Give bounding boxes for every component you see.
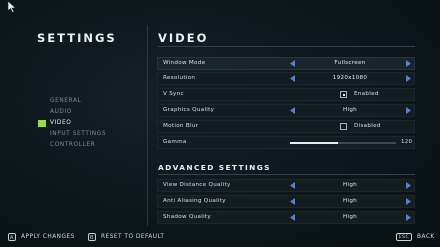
settings-screen: SETTINGS GENERAL AUDIO VIDEO INPUT SETTI… <box>0 0 440 247</box>
shadow-quality-row[interactable]: Shadow Quality High <box>157 211 415 224</box>
resolution-label: Resolution <box>163 75 196 81</box>
nav-item-label: VIDEO <box>50 120 72 126</box>
footer-bar: A APPLY CHANGES B RESET TO DEFAULT ESC BACK <box>0 226 440 247</box>
video-section-title: VIDEO <box>158 31 209 45</box>
graphics-quality-row[interactable]: Graphics Quality High <box>157 104 415 117</box>
esc-key-icon: ESC <box>396 233 412 241</box>
nav-item-controller[interactable]: CONTROLLER <box>38 140 106 151</box>
arrow-left-icon[interactable] <box>289 182 296 189</box>
arrow-right-icon[interactable] <box>405 198 412 205</box>
arrow-right-icon[interactable] <box>405 214 412 221</box>
window-mode-label: Window Mode <box>163 60 206 66</box>
view-distance-label: View Distance Quality <box>163 182 231 188</box>
arrow-right-icon[interactable] <box>405 75 412 82</box>
reset-to-default-button[interactable]: B RESET TO DEFAULT <box>88 232 164 242</box>
gamma-value: 120 <box>401 139 413 145</box>
gamma-slider[interactable] <box>290 142 396 144</box>
anti-aliasing-label: Anti Aliasing Quality <box>163 198 226 204</box>
nav-item-label: CONTROLLER <box>50 142 96 148</box>
motion-blur-row[interactable]: Motion Blur Disabled <box>157 120 415 133</box>
nav-item-general[interactable]: GENERAL <box>38 96 106 107</box>
back-button[interactable]: ESC BACK <box>396 232 435 242</box>
anti-aliasing-value: High <box>342 198 358 204</box>
left-divider <box>147 26 148 226</box>
graphics-quality-label: Graphics Quality <box>163 107 215 113</box>
nav-item-label: INPUT SETTINGS <box>50 131 107 137</box>
settings-title: SETTINGS <box>37 31 117 45</box>
resolution-value: 1920x1080 <box>332 75 368 81</box>
arrow-left-icon[interactable] <box>289 214 296 221</box>
arrow-left-icon[interactable] <box>289 198 296 205</box>
motion-blur-label: Motion Blur <box>163 123 199 129</box>
back-label: BACK <box>417 234 435 240</box>
arrow-right-icon[interactable] <box>405 182 412 189</box>
vsync-label: V Sync <box>163 91 184 97</box>
arrow-left-icon[interactable] <box>289 75 296 82</box>
nav-item-label: GENERAL <box>50 98 82 104</box>
advanced-settings-title: ADVANCED SETTINGS <box>158 163 271 172</box>
arrow-left-icon[interactable] <box>289 107 296 114</box>
shadow-quality-value: High <box>342 214 358 220</box>
vsync-checkbox[interactable] <box>340 91 347 98</box>
motion-blur-state: Disabled <box>354 123 381 129</box>
advanced-divider <box>158 174 415 175</box>
gamma-slider-fill <box>290 142 338 144</box>
window-mode-value: Fullscreen <box>334 60 366 66</box>
arrow-right-icon[interactable] <box>405 60 412 67</box>
active-marker <box>38 120 46 127</box>
anti-aliasing-row[interactable]: Anti Aliasing Quality High <box>157 195 415 208</box>
settings-nav: GENERAL AUDIO VIDEO INPUT SETTINGS CONTR… <box>38 96 106 151</box>
b-key-icon: B <box>88 233 96 241</box>
nav-item-audio[interactable]: AUDIO <box>38 107 106 118</box>
nav-item-label: AUDIO <box>50 109 72 115</box>
arrow-right-icon[interactable] <box>405 107 412 114</box>
video-divider <box>158 46 415 47</box>
apply-changes-button[interactable]: A APPLY CHANGES <box>8 232 75 242</box>
shadow-quality-label: Shadow Quality <box>163 214 212 220</box>
vsync-row[interactable]: V Sync Enabled <box>157 88 415 101</box>
graphics-quality-value: High <box>342 107 358 113</box>
a-key-icon: A <box>8 233 16 241</box>
reset-to-default-label: RESET TO DEFAULT <box>101 234 165 240</box>
view-distance-value: High <box>342 182 358 188</box>
gamma-label: Gamma <box>163 139 187 145</box>
nav-item-video[interactable]: VIDEO <box>38 118 106 129</box>
motion-blur-checkbox[interactable] <box>340 123 347 130</box>
vsync-state: Enabled <box>354 91 379 97</box>
apply-changes-label: APPLY CHANGES <box>21 234 75 240</box>
window-mode-row[interactable]: Window Mode Fullscreen <box>157 57 415 70</box>
arrow-left-icon[interactable] <box>289 60 296 67</box>
resolution-row[interactable]: Resolution 1920x1080 <box>157 72 415 85</box>
view-distance-row[interactable]: View Distance Quality High <box>157 179 415 192</box>
gamma-row[interactable]: Gamma 120 <box>157 136 415 149</box>
nav-item-input-settings[interactable]: INPUT SETTINGS <box>38 129 106 140</box>
mouse-cursor-icon <box>7 1 17 13</box>
